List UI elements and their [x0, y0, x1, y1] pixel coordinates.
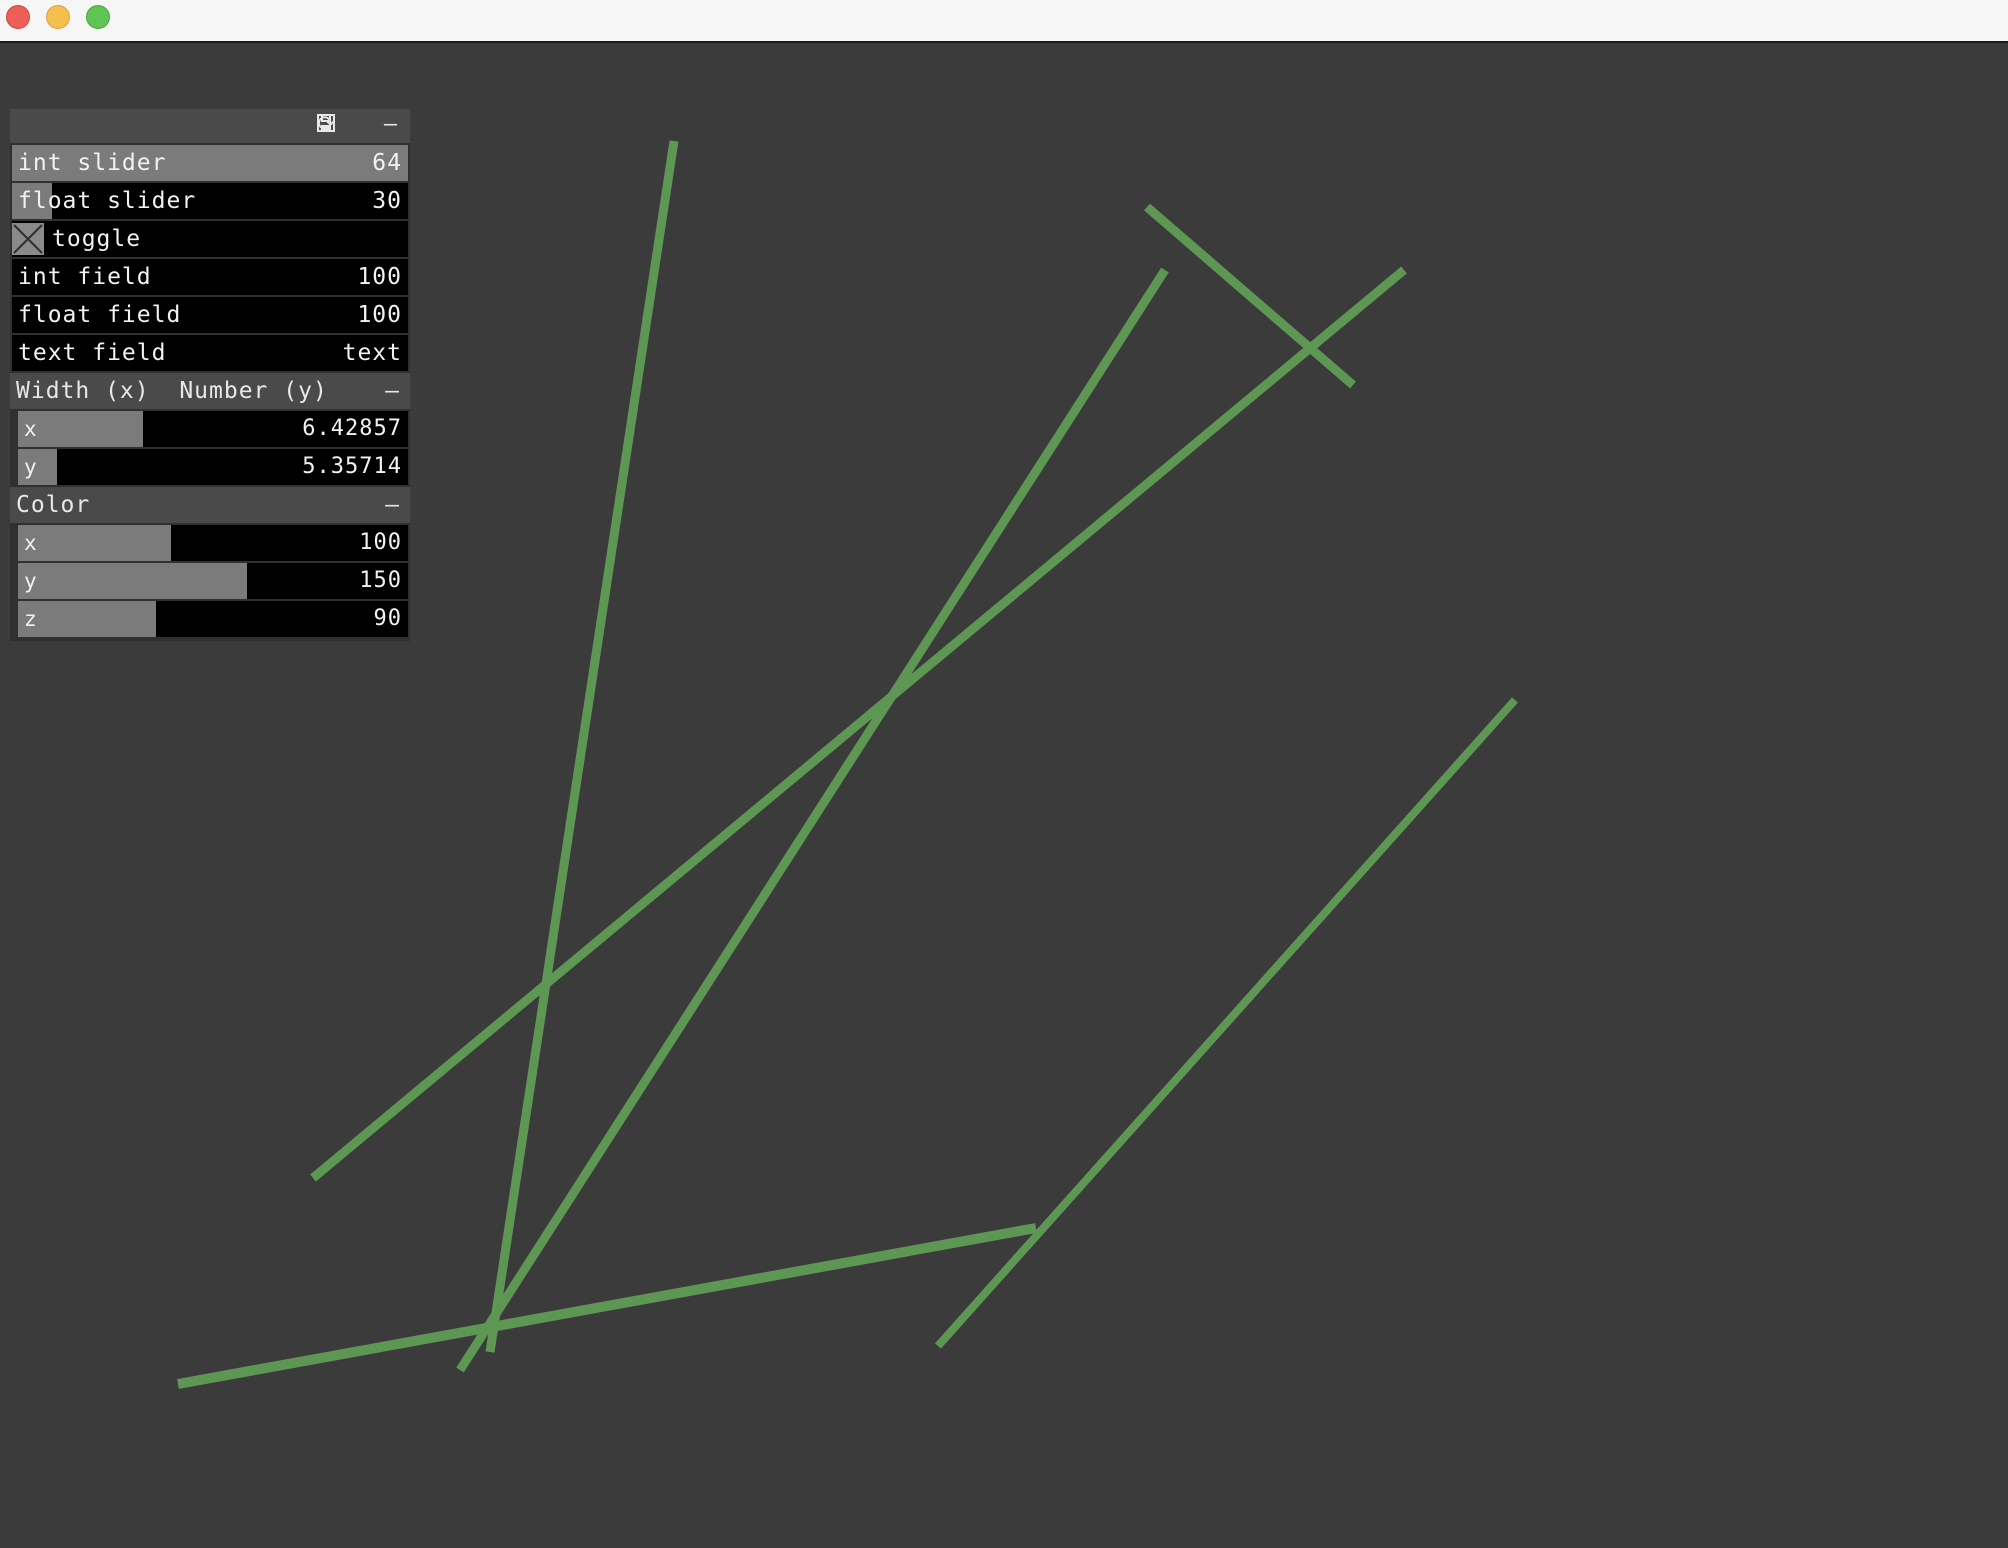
color-z-slider-fill: [18, 601, 156, 637]
close-window-button[interactable]: [6, 5, 30, 29]
width-number-group-title: Width (x) Number (y): [16, 378, 328, 404]
int-field[interactable]: int field 100: [12, 259, 408, 295]
text-field-value: text: [342, 340, 402, 366]
color-collapse-icon[interactable]: –: [385, 487, 400, 523]
zoom-window-button[interactable]: [86, 5, 110, 29]
color-y-slider[interactable]: y 150: [18, 563, 408, 599]
color-x-slider-fill: [18, 525, 171, 561]
color-y-value: 150: [359, 568, 402, 593]
number-y-label: y: [24, 455, 38, 479]
float-slider-value: 30: [372, 188, 402, 214]
width-x-value: 6.42857: [302, 416, 402, 441]
minimize-window-button[interactable]: [46, 5, 70, 29]
app-window: ⟳ – int slider 64 float slider 30 toggle…: [0, 0, 2008, 1548]
line-1: [485, 140, 679, 1353]
toggle-row[interactable]: toggle: [12, 221, 408, 257]
checkmark-x-icon: [13, 224, 43, 254]
int-slider-label: int slider: [18, 150, 167, 176]
width-number-group-header[interactable]: Width (x) Number (y) –: [10, 373, 410, 409]
text-field[interactable]: text field text: [12, 335, 408, 371]
color-group-header[interactable]: Color –: [10, 487, 410, 523]
drawing-canvas[interactable]: ⟳ – int slider 64 float slider 30 toggle…: [0, 45, 2008, 1548]
color-y-label: y: [24, 569, 38, 593]
float-field-label: float field: [18, 302, 182, 328]
int-slider-value: 64: [372, 150, 402, 176]
float-slider-label: float slider: [18, 188, 197, 214]
toggle-checkbox[interactable]: [12, 223, 44, 255]
width-number-collapse-icon[interactable]: –: [385, 373, 400, 409]
line-5: [935, 697, 1518, 1349]
save-icon[interactable]: [317, 113, 370, 137]
int-slider[interactable]: int slider 64: [12, 145, 408, 181]
width-number-group: x 6.42857 y 5.35714: [10, 411, 410, 485]
color-z-value: 90: [373, 606, 402, 631]
number-y-value: 5.35714: [302, 454, 402, 479]
color-x-slider[interactable]: x 100: [18, 525, 408, 561]
color-x-value: 100: [359, 530, 402, 555]
color-z-slider[interactable]: z 90: [18, 601, 408, 637]
panel-header[interactable]: ⟳ –: [10, 109, 410, 143]
line-3: [310, 266, 1407, 1182]
number-y-slider[interactable]: y 5.35714: [18, 449, 408, 485]
title-bar: [0, 0, 2008, 43]
text-field-label: text field: [18, 340, 167, 366]
color-x-label: x: [24, 531, 38, 555]
int-field-value: 100: [357, 264, 402, 290]
color-group-title: Color: [16, 492, 91, 518]
color-group: x 100 y 150 z 90: [10, 525, 410, 637]
color-y-slider-fill: [18, 563, 248, 599]
panel-bottom: [10, 637, 410, 641]
color-z-label: z: [24, 607, 38, 631]
float-slider[interactable]: float slider 30: [12, 183, 408, 219]
line-6: [177, 1223, 1037, 1389]
float-field[interactable]: float field 100: [12, 297, 408, 333]
float-field-value: 100: [357, 302, 402, 328]
width-x-label: x: [24, 417, 38, 441]
int-field-label: int field: [18, 264, 152, 290]
gui-panel: ⟳ – int slider 64 float slider 30 toggle…: [10, 109, 410, 641]
width-x-slider[interactable]: x 6.42857: [18, 411, 408, 447]
collapse-panel-icon[interactable]: –: [380, 113, 402, 137]
toggle-label: toggle: [52, 226, 142, 252]
line-4: [1144, 203, 1356, 389]
